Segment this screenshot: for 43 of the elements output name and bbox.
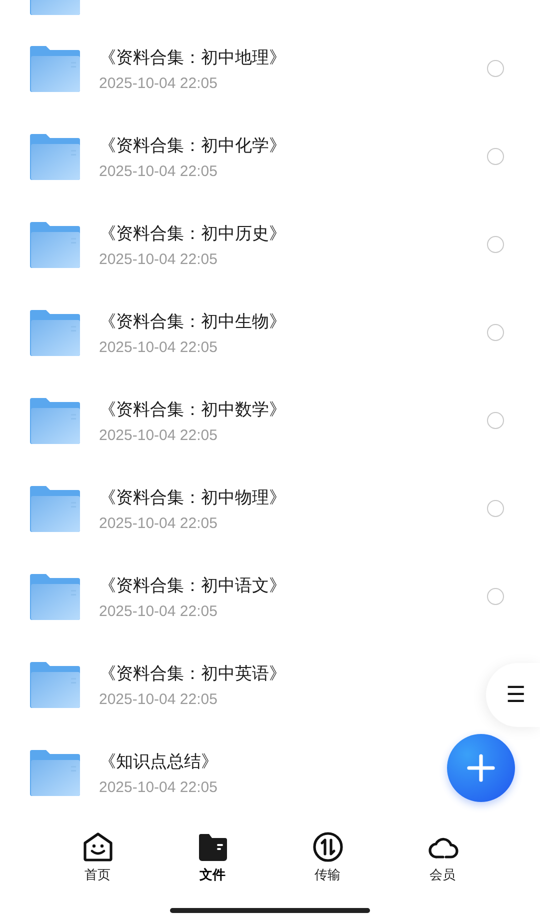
select-radio[interactable] xyxy=(487,148,504,166)
nav-tab[interactable]: 会员 xyxy=(412,830,472,908)
modified-date: 2025-10-04 22:05 xyxy=(99,778,218,796)
menu-button[interactable]: ☰ xyxy=(486,663,540,727)
folder-icon xyxy=(30,486,80,532)
folder-icon xyxy=(30,750,80,796)
folder-name: 《资料合集：初中数学》 xyxy=(99,398,286,421)
modified-date: 2025-10-04 22:05 xyxy=(99,74,218,92)
select-radio[interactable] xyxy=(487,500,504,518)
folder-name: 《资料合集：初中语文》 xyxy=(99,574,286,597)
nav-tab[interactable]: 首页 xyxy=(68,830,128,908)
folder-icon xyxy=(30,134,80,180)
folder-name: 《资料合集：初中地理》 xyxy=(99,46,286,69)
modified-date: 2025-10-04 22:05 xyxy=(99,250,218,268)
select-radio[interactable] xyxy=(487,588,504,606)
smiley-house-icon xyxy=(82,830,114,863)
folder-icon xyxy=(30,398,80,444)
folder-icon xyxy=(30,574,80,620)
folder-icon xyxy=(30,662,80,708)
select-radio[interactable] xyxy=(487,236,504,254)
transfer-icon xyxy=(312,830,344,863)
add-button[interactable] xyxy=(447,734,515,802)
modified-date: 2025-10-04 22:05 xyxy=(99,338,218,356)
select-radio[interactable] xyxy=(487,324,504,342)
nav-tab[interactable]: 传输 xyxy=(298,830,358,908)
folder-name: 《资料合集：初中化学》 xyxy=(99,134,286,157)
modified-date: 2025-10-04 22:05 xyxy=(99,162,218,180)
modified-date: 2025-10-04 22:05 xyxy=(99,602,218,620)
folder-name: 《资料合集：初中英语》 xyxy=(99,662,286,685)
nav-tab[interactable]: 文件 xyxy=(182,830,242,908)
modified-date: 2025-10-04 22:05 xyxy=(99,514,218,532)
modified-date: 2025-10-04 22:05 xyxy=(99,426,218,444)
select-radio[interactable] xyxy=(487,412,504,430)
folder-name: 《资料合集：初中生物》 xyxy=(99,310,286,333)
plus-icon xyxy=(467,754,495,782)
folder-icon xyxy=(30,310,80,356)
folder-name: 《资料合集：初中历史》 xyxy=(99,222,286,245)
folder-icon xyxy=(30,222,80,268)
folder-name: 《资料合集：初中物理》 xyxy=(99,486,286,509)
folder-icon xyxy=(30,46,80,92)
folder-name: 《知识点总结》 xyxy=(99,750,218,773)
select-radio[interactable] xyxy=(487,60,504,78)
modified-date: 2025-10-04 22:05 xyxy=(99,690,218,708)
